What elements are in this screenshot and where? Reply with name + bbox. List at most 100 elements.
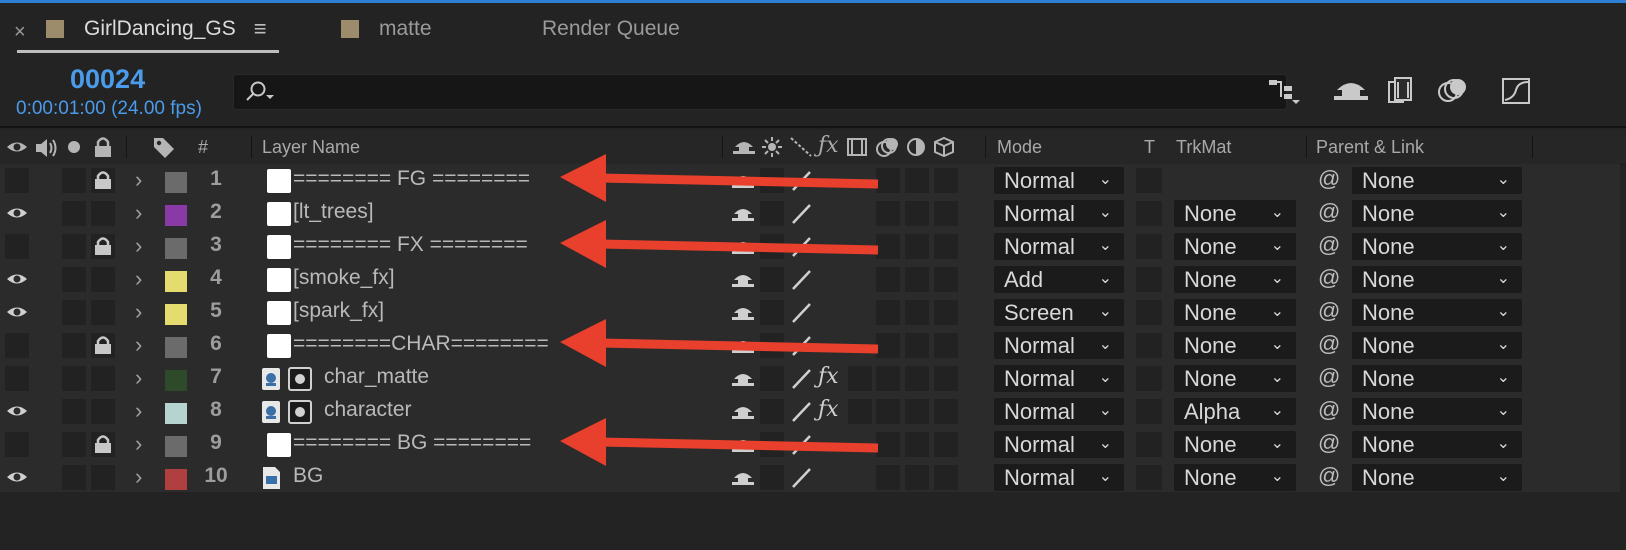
close-tab-icon[interactable]: ×: [14, 21, 26, 44]
collapse-switch[interactable]: [760, 399, 784, 424]
parent-dropdown[interactable]: None ⌄: [1352, 365, 1522, 392]
layer-row[interactable]: › 10 BG Normal ⌄ None ⌄ @ None ⌄: [0, 461, 1620, 495]
parent-dropdown[interactable]: None ⌄: [1352, 299, 1522, 326]
collapse-switch[interactable]: [760, 267, 784, 292]
expand-chevron-icon[interactable]: ›: [135, 266, 142, 292]
collapse-switch[interactable]: [760, 465, 784, 490]
mode-dropdown[interactable]: Normal ⌄: [994, 332, 1124, 359]
preserve-transparency-toggle[interactable]: [1136, 399, 1162, 424]
effects-fx-icon[interactable]: ƒx: [818, 364, 839, 389]
quality-switch-icon[interactable]: [790, 235, 812, 264]
collapse-switch[interactable]: [760, 201, 784, 226]
quality-switch-icon[interactable]: [790, 268, 812, 297]
layer-row[interactable]: › 2 [lt_trees] Normal ⌄ None ⌄ @ None ⌄: [0, 197, 1620, 231]
visibility-toggle[interactable]: [5, 399, 29, 424]
motion-blur-switch[interactable]: [876, 465, 900, 490]
lock-toggle[interactable]: [91, 432, 115, 457]
motion-blur-switch[interactable]: [876, 432, 900, 457]
motion-blur-switch[interactable]: [876, 168, 900, 193]
adjustment-switch[interactable]: [905, 168, 929, 193]
motion-blur-switch[interactable]: [876, 201, 900, 226]
adjustment-switch[interactable]: [905, 432, 929, 457]
shy-switch-icon[interactable]: [731, 468, 755, 493]
lock-toggle[interactable]: [91, 465, 115, 490]
lock-toggle[interactable]: [91, 201, 115, 226]
trkmat-dropdown[interactable]: None ⌄: [1174, 365, 1296, 392]
label-color-swatch[interactable]: [165, 304, 187, 325]
motion-blur-switch[interactable]: [876, 267, 900, 292]
motion-blur-switch[interactable]: [876, 300, 900, 325]
quality-switch-icon[interactable]: [790, 334, 812, 363]
shy-switch-icon[interactable]: [731, 336, 755, 361]
audio-toggle[interactable]: [62, 366, 86, 391]
label-color-swatch[interactable]: [165, 172, 187, 193]
layer-name[interactable]: character: [324, 398, 412, 422]
expand-chevron-icon[interactable]: ›: [135, 200, 142, 226]
3d-layer-switch[interactable]: [934, 234, 958, 259]
preserve-transparency-toggle[interactable]: [1136, 366, 1162, 391]
3d-layer-switch[interactable]: [934, 300, 958, 325]
audio-toggle[interactable]: [62, 300, 86, 325]
layer-name[interactable]: [smoke_fx]: [293, 266, 395, 290]
adjustment-switch[interactable]: [905, 333, 929, 358]
quality-switch-icon[interactable]: [790, 301, 812, 330]
lock-toggle[interactable]: [91, 300, 115, 325]
shy-switch-icon[interactable]: [731, 270, 755, 295]
trkmat-dropdown[interactable]: None ⌄: [1174, 332, 1296, 359]
adjustment-switch[interactable]: [905, 300, 929, 325]
lock-toggle[interactable]: [91, 234, 115, 259]
expand-chevron-icon[interactable]: ›: [135, 233, 142, 259]
parent-pickwhip-icon[interactable]: @: [1318, 463, 1340, 489]
3d-layer-switch[interactable]: [934, 267, 958, 292]
layer-row[interactable]: › 4 [smoke_fx] Add ⌄ None ⌄ @ None ⌄: [0, 263, 1620, 297]
layer-name[interactable]: ======== FX ========: [293, 233, 528, 257]
mode-dropdown[interactable]: Normal ⌄: [994, 233, 1124, 260]
mode-dropdown[interactable]: Normal ⌄: [994, 200, 1124, 227]
motion-blur-icon[interactable]: [1436, 74, 1470, 114]
layer-name[interactable]: ======== BG ========: [293, 431, 531, 455]
preserve-transparency-toggle[interactable]: [1136, 333, 1162, 358]
adjustment-switch[interactable]: [905, 234, 929, 259]
layer-row[interactable]: › 1 ======== FG ======== Normal ⌄ @ None ⌄: [0, 164, 1620, 198]
mode-dropdown[interactable]: Normal ⌄: [994, 167, 1124, 194]
composition-flowchart-icon[interactable]: [1266, 74, 1304, 114]
frame-blending-icon[interactable]: [1386, 74, 1418, 114]
tab-girldancing[interactable]: GirlDancing_GS ≡: [46, 11, 267, 47]
layer-name[interactable]: [lt_trees]: [293, 200, 374, 224]
parent-pickwhip-icon[interactable]: @: [1318, 364, 1340, 390]
parent-dropdown[interactable]: None ⌄: [1352, 233, 1522, 260]
audio-toggle[interactable]: [62, 234, 86, 259]
expand-chevron-icon[interactable]: ›: [135, 464, 142, 490]
3d-layer-switch[interactable]: [934, 432, 958, 457]
collapse-switch[interactable]: [760, 234, 784, 259]
visibility-toggle[interactable]: [5, 432, 29, 457]
parent-pickwhip-icon[interactable]: @: [1318, 166, 1340, 192]
3d-layer-switch[interactable]: [934, 366, 958, 391]
parent-pickwhip-icon[interactable]: @: [1318, 430, 1340, 456]
quality-switch-icon[interactable]: [790, 169, 812, 198]
mode-dropdown[interactable]: Normal ⌄: [994, 431, 1124, 458]
parent-pickwhip-icon[interactable]: @: [1318, 331, 1340, 357]
audio-toggle[interactable]: [62, 432, 86, 457]
audio-toggle[interactable]: [62, 168, 86, 193]
preserve-transparency-toggle[interactable]: [1136, 432, 1162, 457]
lock-toggle[interactable]: [91, 168, 115, 193]
3d-layer-switch[interactable]: [934, 201, 958, 226]
label-color-swatch[interactable]: [165, 205, 187, 226]
mode-dropdown[interactable]: Normal ⌄: [994, 464, 1124, 491]
preserve-transparency-toggle[interactable]: [1136, 168, 1162, 193]
layer-row[interactable]: › 9 ======== BG ======== Normal ⌄ None ⌄ @ None ⌄: [0, 428, 1620, 462]
parent-pickwhip-icon[interactable]: @: [1318, 397, 1340, 423]
quality-switch-icon[interactable]: [790, 433, 812, 462]
preserve-transparency-toggle[interactable]: [1136, 300, 1162, 325]
shy-switch-icon[interactable]: [731, 303, 755, 328]
layer-name[interactable]: BG: [293, 464, 323, 488]
shy-layers-icon[interactable]: [1334, 74, 1368, 114]
collapse-switch[interactable]: [760, 300, 784, 325]
audio-toggle[interactable]: [62, 333, 86, 358]
label-color-swatch[interactable]: [165, 337, 187, 358]
audio-toggle[interactable]: [62, 399, 86, 424]
expand-chevron-icon[interactable]: ›: [135, 332, 142, 358]
3d-layer-switch[interactable]: [934, 333, 958, 358]
audio-toggle[interactable]: [62, 201, 86, 226]
